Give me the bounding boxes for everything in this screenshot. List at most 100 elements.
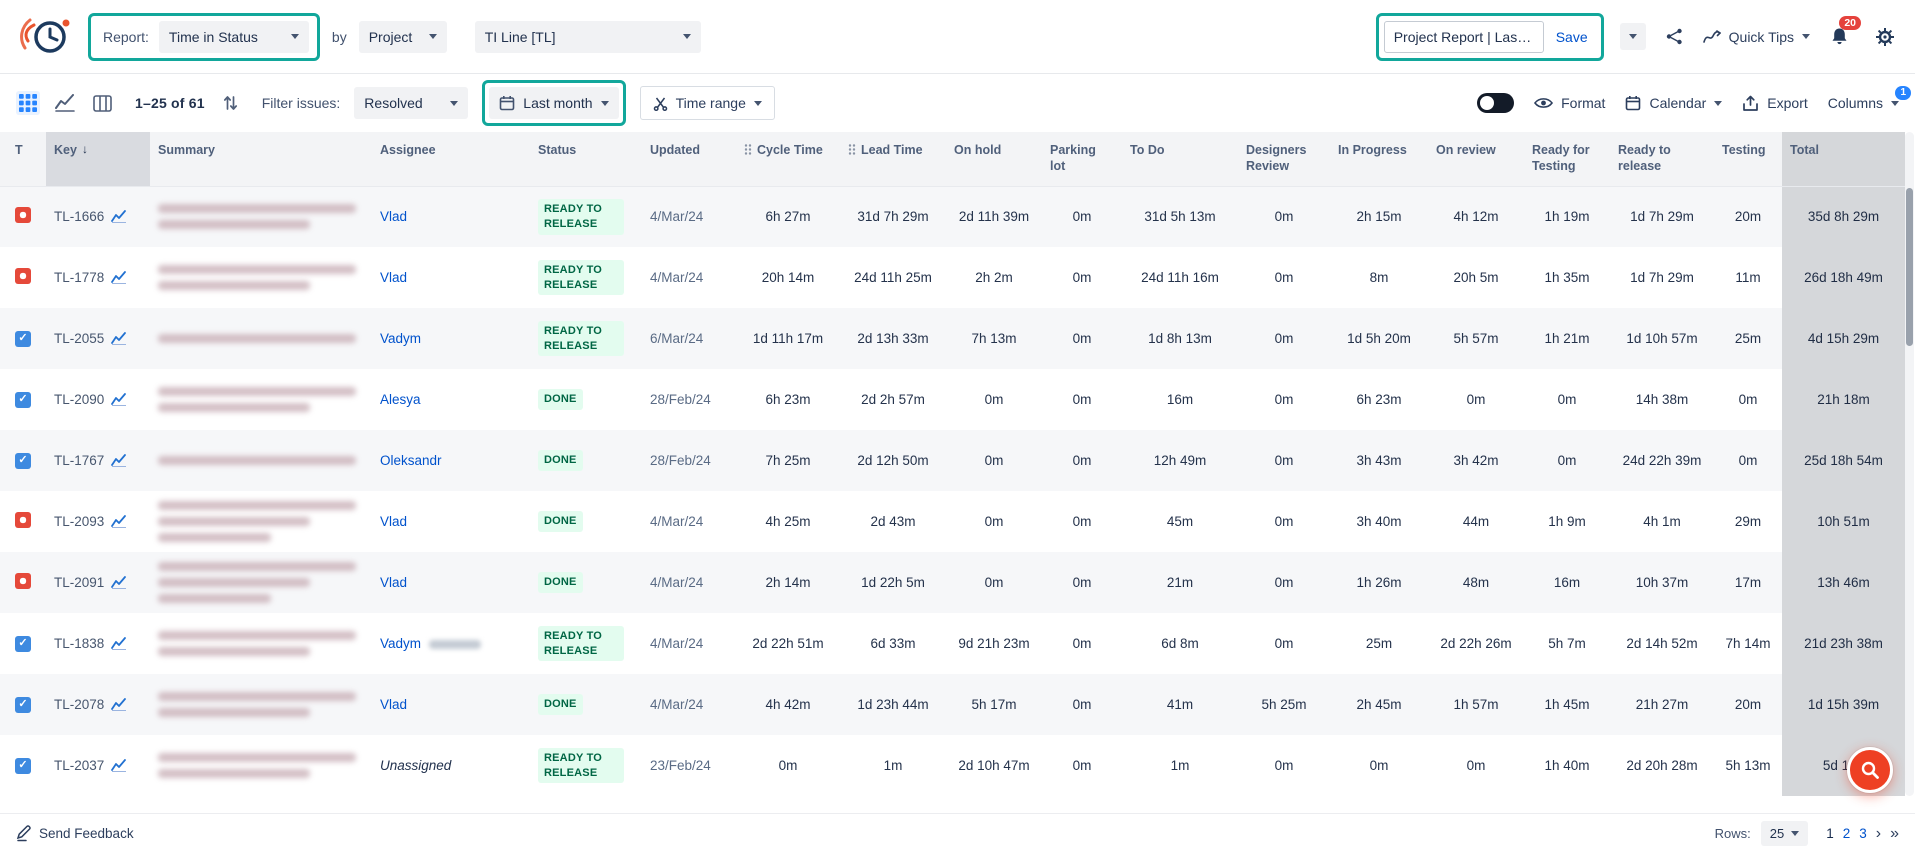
share-button[interactable] xyxy=(1662,24,1687,49)
issue-chart-icon[interactable] xyxy=(111,332,127,345)
save-options-button[interactable] xyxy=(1620,23,1646,50)
grid-view-button[interactable] xyxy=(16,91,40,115)
assignee-link[interactable]: Vlad xyxy=(380,209,407,224)
refresh-button[interactable] xyxy=(219,91,242,115)
page-3[interactable]: 3 xyxy=(1859,826,1867,841)
time-cell: 20m xyxy=(1714,674,1782,735)
issue-key[interactable]: TL-2037 xyxy=(54,758,104,773)
scrollbar-thumb[interactable] xyxy=(1906,188,1913,346)
export-button[interactable]: Export xyxy=(1742,95,1807,112)
col-assignee[interactable]: Assignee xyxy=(372,132,530,186)
period-filter-select[interactable]: Last month xyxy=(489,87,618,119)
redacted-summary xyxy=(158,628,364,660)
col-total[interactable]: Total xyxy=(1782,132,1905,186)
send-feedback-button[interactable]: Send Feedback xyxy=(16,825,134,842)
assignee-link[interactable]: Vlad xyxy=(380,575,407,590)
col-on-review[interactable]: On review xyxy=(1428,132,1524,186)
col-designers-review[interactable]: Designers Review xyxy=(1238,132,1330,186)
total-cell: 21d 23h 38m xyxy=(1782,613,1905,674)
time-cell: 5h 25m xyxy=(1238,674,1330,735)
columns-button[interactable]: Columns 1 xyxy=(1828,95,1899,111)
col-status[interactable]: Status xyxy=(530,132,642,186)
calendar-button[interactable]: Calendar xyxy=(1625,95,1722,111)
col-ready-for-testing[interactable]: Ready for Testing xyxy=(1524,132,1610,186)
col-cycle-time[interactable]: Cycle Time xyxy=(736,132,840,186)
issue-chart-icon[interactable] xyxy=(111,393,127,406)
col-lead-time[interactable]: Lead Time xyxy=(840,132,946,186)
assignee-link[interactable]: Vlad xyxy=(380,270,407,285)
assignee-link[interactable]: Vlad xyxy=(380,514,407,529)
col-ready-to-release[interactable]: Ready to release xyxy=(1610,132,1714,186)
updated-cell: 6/Mar/24 xyxy=(642,308,736,369)
notifications-button[interactable]: 20 xyxy=(1826,23,1855,51)
quick-tips-button[interactable]: Quick Tips xyxy=(1703,29,1810,45)
issue-chart-icon[interactable] xyxy=(111,637,127,650)
settings-button[interactable] xyxy=(1871,23,1899,51)
issue-key[interactable]: TL-1767 xyxy=(54,453,104,468)
assignee-link[interactable]: Vadym xyxy=(380,636,421,651)
issues-table-body: TL-1666VladREADY TO RELEASE4/Mar/246h 27… xyxy=(0,186,1905,796)
next-page-button[interactable]: › xyxy=(1876,826,1881,842)
issue-summary-cell xyxy=(150,369,372,430)
status-cell: DONE xyxy=(530,491,642,552)
page-1[interactable]: 1 xyxy=(1826,826,1834,841)
save-button[interactable]: Save xyxy=(1548,23,1596,51)
issue-key[interactable]: TL-2091 xyxy=(54,575,104,590)
col-parking-lot[interactable]: Parking lot xyxy=(1042,132,1122,186)
issue-chart-icon[interactable] xyxy=(111,454,127,467)
col-testing[interactable]: Testing xyxy=(1714,132,1782,186)
status-filter-select[interactable]: Resolved xyxy=(354,87,468,119)
col-in-progress[interactable]: In Progress xyxy=(1330,132,1428,186)
time-cell: 2d 2h 57m xyxy=(840,369,946,430)
chart-view-button[interactable] xyxy=(52,91,78,115)
time-cell: 0m xyxy=(946,552,1042,613)
redacted-summary xyxy=(158,750,364,782)
issue-summary-cell xyxy=(150,613,372,674)
format-button[interactable]: Format xyxy=(1534,95,1605,111)
assignee-cell: Vlad xyxy=(372,247,530,308)
total-cell: 21h 18m xyxy=(1782,369,1905,430)
report-name-input[interactable] xyxy=(1384,21,1544,53)
page-2[interactable]: 2 xyxy=(1843,826,1851,841)
col-to-do[interactable]: To Do xyxy=(1122,132,1238,186)
spotlight-search-button[interactable] xyxy=(1847,747,1893,793)
issue-chart-icon[interactable] xyxy=(111,759,127,772)
app-logo-icon[interactable] xyxy=(16,11,76,63)
project-select[interactable]: TI Line [TL] xyxy=(475,21,701,53)
time-cell: 0m xyxy=(1238,491,1330,552)
issue-chart-icon[interactable] xyxy=(111,210,127,223)
col-key[interactable]: Key ↓ xyxy=(46,132,150,186)
rows-per-page-select[interactable]: 25 xyxy=(1761,821,1808,846)
time-cell: 2h 2m xyxy=(946,247,1042,308)
board-view-button[interactable] xyxy=(90,92,115,115)
issue-key[interactable]: TL-1666 xyxy=(54,209,104,224)
issue-key[interactable]: TL-2090 xyxy=(54,392,104,407)
issue-key[interactable]: TL-1838 xyxy=(54,636,104,651)
time-cell: 1m xyxy=(840,735,946,796)
issue-chart-icon[interactable] xyxy=(111,698,127,711)
issue-chart-icon[interactable] xyxy=(111,515,127,528)
issue-key[interactable]: TL-2093 xyxy=(54,514,104,529)
time-range-button[interactable]: Time range xyxy=(640,86,775,120)
color-mode-toggle[interactable] xyxy=(1477,93,1514,113)
bug-icon xyxy=(15,512,31,528)
issue-chart-icon[interactable] xyxy=(111,271,127,284)
assignee-link[interactable]: Alesya xyxy=(380,392,421,407)
assignee-link[interactable]: Vadym xyxy=(380,331,421,346)
last-page-button[interactable]: » xyxy=(1890,826,1899,842)
assignee-link[interactable]: Oleksandr xyxy=(380,453,442,468)
issue-key[interactable]: TL-2078 xyxy=(54,697,104,712)
col-type[interactable]: T xyxy=(0,132,46,186)
group-by-select[interactable]: Project xyxy=(359,21,447,53)
assignee-link[interactable]: Vlad xyxy=(380,697,407,712)
col-updated[interactable]: Updated xyxy=(642,132,736,186)
issue-key[interactable]: TL-2055 xyxy=(54,331,104,346)
time-cell: 25m xyxy=(1714,308,1782,369)
report-type-select[interactable]: Time in Status xyxy=(159,21,309,53)
issue-key[interactable]: TL-1778 xyxy=(54,270,104,285)
issue-chart-icon[interactable] xyxy=(111,576,127,589)
vertical-scrollbar[interactable] xyxy=(1905,132,1914,796)
col-summary[interactable]: Summary xyxy=(150,132,372,186)
drag-handle-icon xyxy=(744,143,752,156)
col-on-hold[interactable]: On hold xyxy=(946,132,1042,186)
